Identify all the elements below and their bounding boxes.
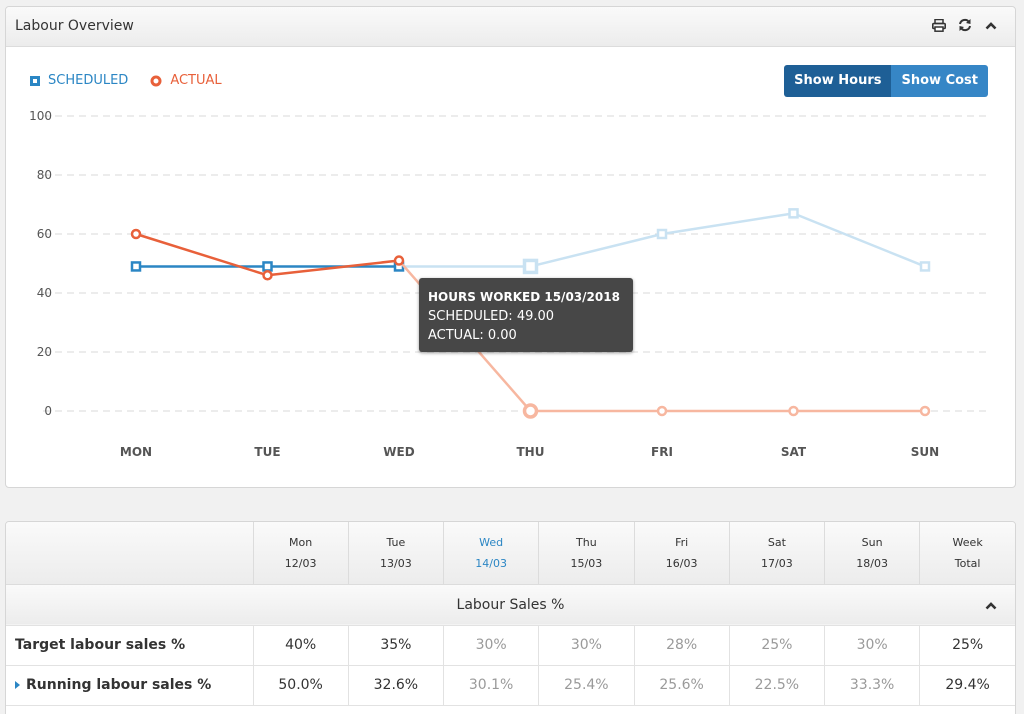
x-tick-label: THU <box>517 445 545 459</box>
x-tick-label: FRI <box>651 445 673 459</box>
row-label-text: Running labour sales % <box>26 677 212 693</box>
actual-point <box>788 405 799 417</box>
column-day: Wed <box>479 535 504 549</box>
table-cell: 30% <box>443 625 540 666</box>
column-date: 13/03 <box>380 556 412 570</box>
column-header: Tue 13/03 <box>348 522 445 585</box>
actual-point <box>130 228 142 240</box>
series-line-segment <box>661 212 794 236</box>
y-tick-label: 60 <box>37 227 52 241</box>
column-day: Fri <box>675 535 689 549</box>
column-day: Week <box>952 535 983 549</box>
column-day: Sat <box>767 535 786 549</box>
y-tick-label: 0 <box>44 404 52 418</box>
actual-point <box>919 405 931 417</box>
column-header: Sun 18/03 <box>824 522 921 585</box>
column-header: Fri 16/03 <box>634 522 730 585</box>
tooltip-scheduled: SCHEDULED: 49.00 <box>428 309 555 324</box>
series-line-segment <box>793 212 926 268</box>
x-tick-label: WED <box>383 445 414 459</box>
actual-point <box>522 403 539 419</box>
column-header: Wed 14/03 <box>443 522 540 585</box>
column-header: Sat 17/03 <box>729 522 826 585</box>
table-cell: 25.6% <box>634 665 730 706</box>
table-row[interactable]: Running labour sales % 50.0% 32.6% 30.1% 25.… <box>6 665 1015 706</box>
series-line-segment <box>267 259 400 277</box>
y-tick-label: 80 <box>37 168 52 182</box>
x-tick-label: SAT <box>781 445 807 459</box>
section-row: Labour Sales % <box>6 584 1015 626</box>
column-day: Tue <box>386 535 406 549</box>
x-tick-label: SUN <box>911 445 939 459</box>
column-day: Thu <box>576 535 597 549</box>
table-cell: 25% <box>919 625 1015 666</box>
table-cell: 25.4% <box>538 665 635 706</box>
table-cell: 28% <box>634 625 730 666</box>
series-line-segment <box>135 232 268 277</box>
column-date: 18/03 <box>856 556 888 570</box>
table-cell: 22.5% <box>729 665 826 706</box>
table-cell: 29.4% <box>919 665 1015 706</box>
table-row: Target labour sales % 40% 35% 30% 30% 28% 25% 3… <box>6 625 1015 666</box>
column-date: 16/03 <box>665 556 698 570</box>
column-day: Mon <box>289 535 313 549</box>
column-header: Week Total <box>919 522 1015 585</box>
column-day: Sun <box>861 535 883 549</box>
column-header: Mon 12/03 <box>253 522 349 585</box>
y-tick-label: 100 <box>29 109 52 123</box>
scheduled-point <box>522 258 539 275</box>
y-tick-label: 20 <box>37 345 52 359</box>
column-header: Thu 15/03 <box>538 522 635 585</box>
table-cell: 25% <box>729 625 826 666</box>
y-tick-label: 40 <box>37 286 52 300</box>
tooltip-title: HOURS WORKED 15/03/2018 <box>428 290 620 304</box>
column-date: 12/03 <box>284 556 317 570</box>
table-cell: 35% <box>348 625 445 666</box>
section-title: Labour Sales % <box>456 596 565 613</box>
labour-sales-table: Mon 12/03 Tue 13/03 Wed 14/03 Thu 15/03 Fri 16/03… <box>5 521 1016 714</box>
table-cell: 50.0% <box>253 665 349 706</box>
actual-point <box>393 255 405 266</box>
section-collapse-icon[interactable] <box>985 598 997 614</box>
scheduled-point <box>130 261 142 272</box>
column-date: 15/03 <box>570 556 603 570</box>
row-label-text: Target labour sales % <box>15 637 186 653</box>
x-tick-label: TUE <box>254 445 280 459</box>
column-date: Total <box>954 556 981 570</box>
actual-point <box>262 270 273 281</box>
tooltip-actual: ACTUAL: 0.00 <box>428 328 517 343</box>
column-date: 14/03 <box>475 556 507 570</box>
expand-caret-icon[interactable] <box>15 681 20 689</box>
row-label: Running labour sales % <box>6 665 254 706</box>
table-cell: 30.1% <box>443 665 540 706</box>
scheduled-point <box>919 261 931 272</box>
line-chart: 0 20 40 60 80 100 MON TUE WED THU FRI SAT SUN <box>29 109 990 459</box>
table-cell: 33.3% <box>824 665 921 706</box>
row-label: Target labour sales % <box>6 625 254 666</box>
header-empty-cell <box>6 522 254 585</box>
scheduled-point <box>262 261 273 272</box>
table-cell: 30% <box>824 625 921 666</box>
table-cell: 40% <box>253 625 349 666</box>
x-tick-label: MON <box>120 445 152 459</box>
chart-tooltip: HOURS WORKED 15/03/2018 SCHEDULED: 49.00… <box>419 278 633 352</box>
table-cell: 30% <box>538 625 635 666</box>
scheduled-point <box>788 208 799 219</box>
column-date: 17/03 <box>761 556 793 570</box>
actual-point <box>656 405 668 417</box>
series-line-segment <box>530 232 663 268</box>
table-header-row: Mon 12/03 Tue 13/03 Wed 14/03 Thu 15/03 Fri 16/03… <box>6 522 1015 585</box>
table-cell: 32.6% <box>348 665 445 706</box>
scheduled-point <box>656 228 668 240</box>
